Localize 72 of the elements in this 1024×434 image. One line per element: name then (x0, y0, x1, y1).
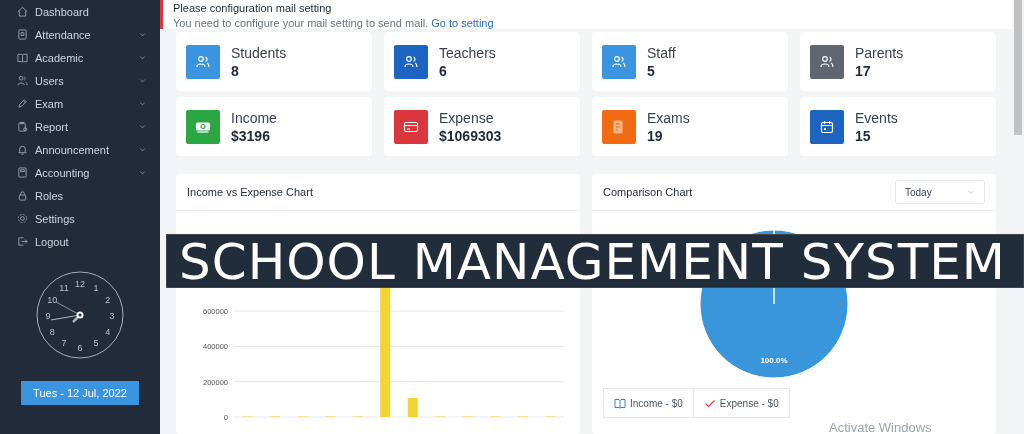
check-icon (703, 397, 716, 409)
clock-hands-icon (50, 301, 84, 323)
chart-title: Comparison Chart (603, 186, 693, 198)
home-icon (17, 6, 28, 17)
chevron-icon (967, 188, 975, 196)
stat-value: 8 (231, 61, 240, 80)
sidebar-item[interactable]: Accounting (0, 161, 160, 184)
stat-value: 19 (647, 126, 664, 145)
sidebar-item[interactable]: Academic (0, 46, 160, 69)
open-book-icon (17, 52, 28, 63)
stat-label: Staff (647, 43, 676, 62)
sidebar-item[interactable]: Settings (0, 207, 160, 230)
clock-number: 7 (61, 338, 67, 349)
stat-label: Students (231, 43, 287, 62)
clock-number: 9 (45, 310, 51, 321)
sidebar-item[interactable]: Users (0, 69, 160, 92)
clipboard-icon (17, 121, 28, 132)
clock-number: 10 (47, 294, 58, 305)
stat-value: 6 (439, 61, 448, 80)
chart-title: Income vs Expense Chart (187, 186, 313, 198)
stat-value: 15 (855, 126, 872, 145)
sidebar-item[interactable]: Exam (0, 92, 160, 115)
alert-title: Please configuration mail setting (173, 2, 333, 15)
clock-number: 8 (49, 326, 55, 337)
lock-icon (17, 190, 28, 201)
sidebar-item[interactable]: Logout (0, 230, 160, 253)
stat-label: Parents (855, 43, 904, 62)
calculator-icon (17, 167, 28, 178)
stat-label: Events (855, 108, 898, 127)
legend-item: Expense - $0 (693, 389, 789, 417)
stat-value: $1069303 (439, 126, 502, 145)
stat-value: 5 (647, 61, 656, 80)
stat-value: $3196 (231, 126, 271, 145)
clock-number: 11 (59, 282, 69, 293)
clock-number: 2 (105, 294, 111, 305)
clock-number: 6 (77, 342, 83, 353)
sidebar-item[interactable]: Roles (0, 184, 160, 207)
clock-number: 3 (109, 310, 115, 321)
pen-icon (17, 98, 28, 109)
gear-icon (17, 213, 28, 224)
clock-number: 5 (93, 338, 99, 349)
stat-label: Expense (439, 108, 495, 127)
clock-number: 1 (93, 282, 99, 293)
clock-number: 4 (105, 326, 111, 337)
stat-label: Teachers (439, 43, 496, 62)
period-dropdown[interactable]: Today (895, 180, 985, 204)
sidebar-item[interactable]: Attendance (0, 23, 160, 46)
id-card-icon (17, 29, 28, 40)
slice-label: 100.0% (760, 356, 788, 365)
users-icon (195, 53, 211, 70)
users-icon (17, 75, 28, 86)
book-icon (614, 397, 626, 409)
calendar-icon (819, 118, 835, 135)
settings-link[interactable]: Go to setting (431, 17, 494, 29)
users-icon (611, 53, 627, 70)
users-icon (403, 53, 419, 70)
sidebar-item[interactable]: Announcement (0, 138, 160, 161)
sidebar-item[interactable]: Report (0, 115, 160, 138)
scrollbar[interactable] (1014, 0, 1022, 135)
chart-bar (407, 398, 418, 417)
sidebar-item[interactable]: Dashboard (0, 0, 160, 23)
activation-notice: Activate Windows (829, 420, 932, 434)
users-icon (819, 53, 835, 70)
title-banner: SCHOOL MANAGEMENT SYSTEM (166, 234, 1024, 288)
logout-icon (17, 236, 28, 247)
stat-value: 17 (855, 61, 872, 80)
bell-icon (17, 144, 28, 155)
alert-message: You need to configure your mail setting to send mail. (173, 17, 429, 29)
stat-label: Income (231, 108, 277, 127)
clock-number: 12 (75, 278, 85, 289)
stat-label: Exams (647, 108, 690, 127)
legend-item: Income - $0 (604, 389, 694, 417)
